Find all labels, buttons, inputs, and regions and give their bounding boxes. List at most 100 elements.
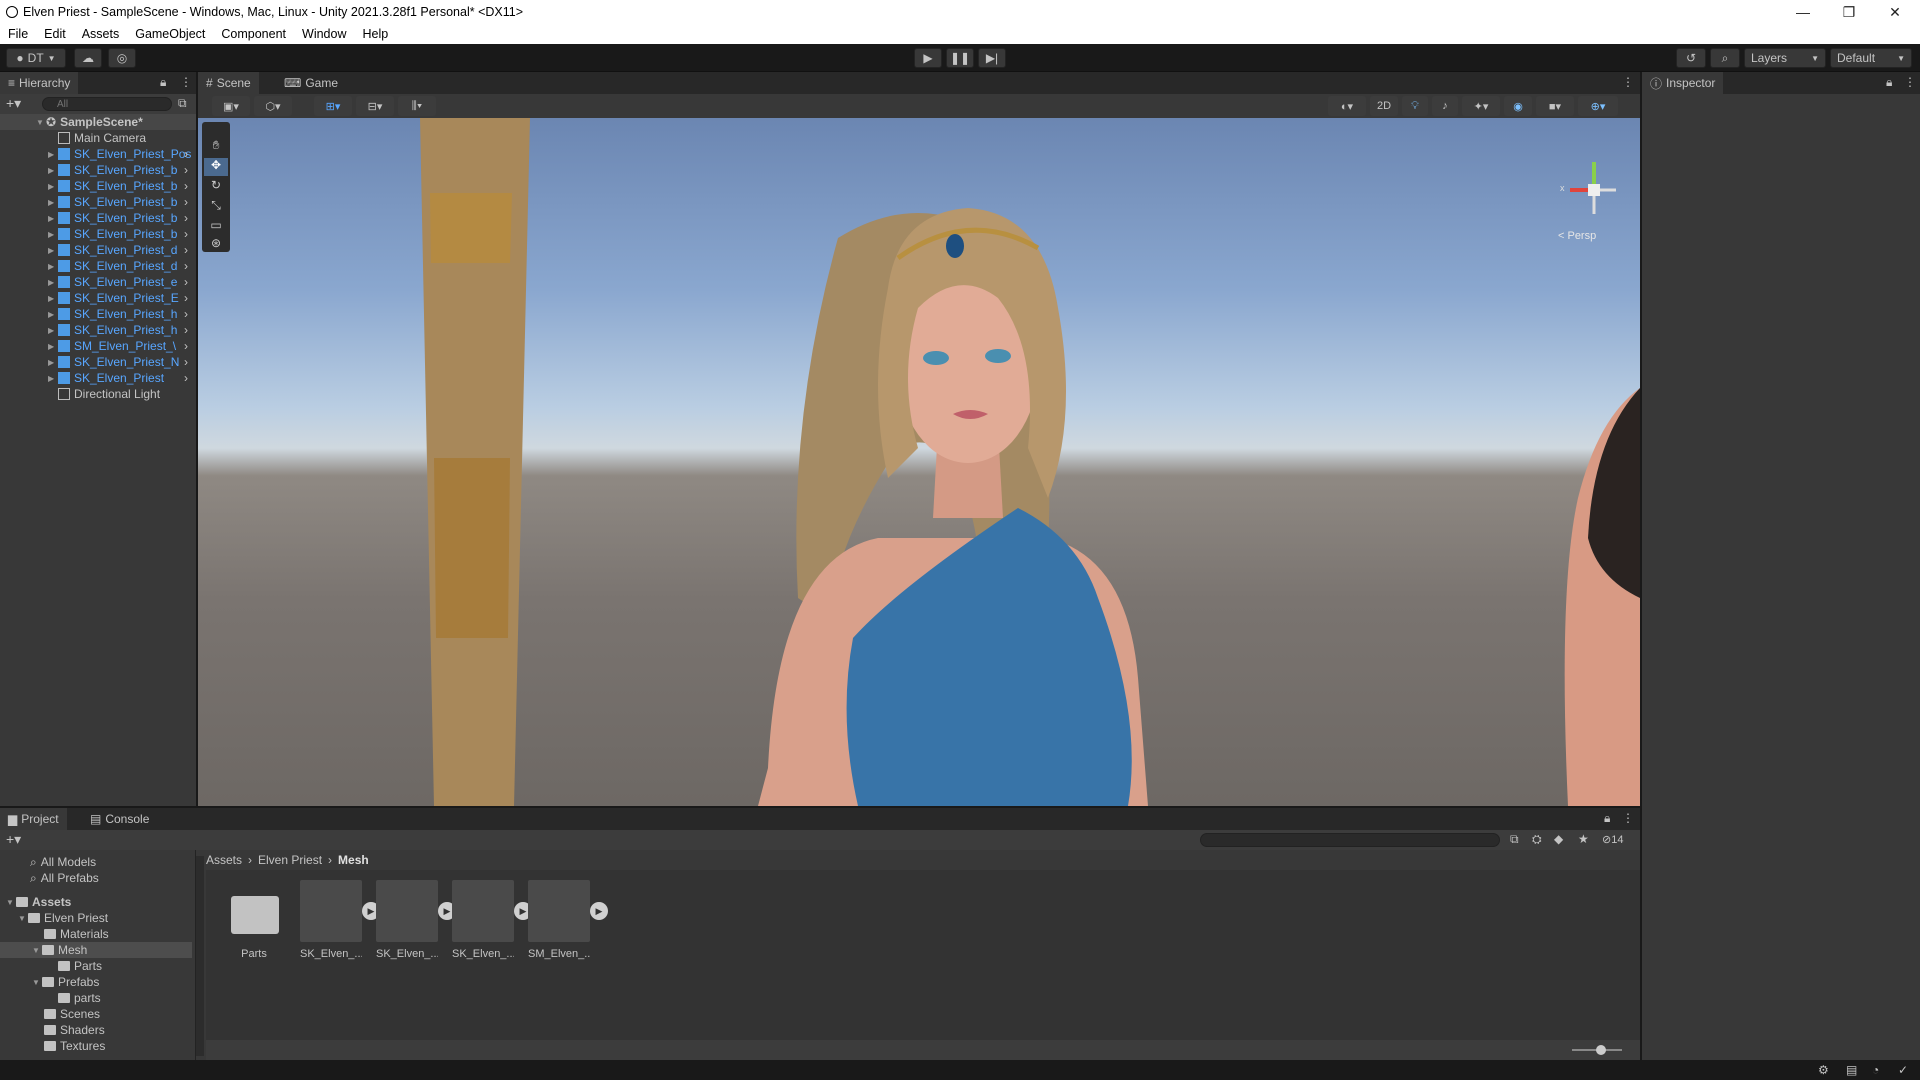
chevron-right-icon[interactable]: ›: [184, 195, 188, 209]
chevron-right-icon[interactable]: ›: [184, 339, 188, 353]
expand-arrow-icon[interactable]: ▶: [48, 246, 58, 255]
size-slider-handle[interactable]: [1596, 1045, 1606, 1055]
rotate-tool[interactable]: ↻: [204, 178, 228, 196]
play-icon[interactable]: ▶: [590, 902, 608, 920]
expand-arrow-icon[interactable]: ▶: [48, 342, 58, 351]
hierarchy-search-input[interactable]: [42, 97, 172, 111]
tree-mesh[interactable]: ▼ Mesh: [0, 942, 192, 958]
debug-icon[interactable]: ⚙: [1818, 1063, 1829, 1077]
hidden-count[interactable]: ⊘14: [1602, 833, 1623, 846]
filter-type-icon[interactable]: ⛭: [1532, 832, 1542, 847]
tree-materials[interactable]: Materials: [44, 926, 109, 942]
hierarchy-item[interactable]: ▶ SK_Elven_Priest_N ›: [0, 354, 196, 370]
scene-viewport[interactable]: x < Persp ✋︎ ✥ ↻ ⤡ ▭ ⊛: [198, 118, 1640, 806]
expand-arrow-icon[interactable]: ▶: [48, 374, 58, 383]
account-dropdown[interactable]: ● DT ▼: [6, 48, 66, 68]
hierarchy-item[interactable]: ▶ SM_Elven_Priest_\ ›: [0, 338, 196, 354]
increment-snap-dropdown[interactable]: ⊟▾: [356, 96, 394, 116]
hierarchy-item[interactable]: ▶ SK_Elven_Priest_d ›: [0, 242, 196, 258]
chevron-right-icon[interactable]: ›: [184, 323, 188, 337]
asset-mesh-4[interactable]: ▶ SM_Elven_...: [528, 880, 608, 960]
menu-window[interactable]: Window: [294, 27, 354, 41]
menu-file[interactable]: File: [0, 27, 36, 41]
filter-icon[interactable]: ⧉: [178, 96, 187, 111]
lock-icon[interactable]: 🔒︎: [160, 75, 166, 90]
tab-game[interactable]: ⌨ Game: [276, 72, 346, 94]
align-dropdown[interactable]: ⫼▾: [398, 96, 436, 116]
expand-arrow-icon[interactable]: ▼: [36, 118, 46, 127]
tree-textures[interactable]: Textures: [44, 1038, 105, 1054]
expand-arrow-icon[interactable]: ▶: [48, 166, 58, 175]
tree-scrollbar[interactable]: [196, 856, 204, 1056]
lock-icon[interactable]: 🔒︎: [1886, 75, 1892, 90]
expand-arrow-icon[interactable]: ▶: [48, 230, 58, 239]
chevron-right-icon[interactable]: ›: [184, 243, 188, 257]
step-button[interactable]: ▶|: [978, 48, 1006, 68]
tree-shaders[interactable]: Shaders: [44, 1022, 105, 1038]
chevron-right-icon[interactable]: ›: [184, 211, 188, 225]
chevron-right-icon[interactable]: ›: [184, 259, 188, 273]
search-button[interactable]: ⌕: [1710, 48, 1740, 68]
favorite-all-models[interactable]: ⌕ All Models: [30, 854, 96, 870]
move-tool[interactable]: ✥: [204, 158, 228, 176]
chevron-right-icon[interactable]: ›: [184, 163, 188, 177]
layers-dropdown[interactable]: Layers ▼: [1744, 48, 1826, 68]
favorite-all-prefabs[interactable]: ⌕ All Prefabs: [30, 870, 99, 886]
expand-arrow-icon[interactable]: ▶: [48, 310, 58, 319]
render-mode-dropdown[interactable]: ◐▾: [1328, 96, 1366, 116]
more-icon[interactable]: ⋮: [1622, 811, 1634, 825]
add-button[interactable]: +▾: [6, 95, 21, 112]
expand-arrow-icon[interactable]: ▶: [48, 150, 58, 159]
audio-toggle[interactable]: ♪: [1432, 96, 1458, 116]
chevron-right-icon[interactable]: ›: [184, 147, 188, 161]
breadcrumb-assets[interactable]: Assets: [206, 853, 242, 867]
cache-icon[interactable]: ▤: [1846, 1063, 1857, 1077]
expand-arrow-icon[interactable]: ▶: [48, 294, 58, 303]
search-type-icon[interactable]: ⧉: [1510, 832, 1519, 847]
close-button[interactable]: ✕: [1872, 0, 1918, 24]
scale-tool[interactable]: ⤡: [204, 198, 228, 216]
hierarchy-item[interactable]: ▶ SK_Elven_Priest_b ›: [0, 210, 196, 226]
tree-elven-priest[interactable]: ▼ Elven Priest: [18, 910, 108, 926]
chevron-right-icon[interactable]: ›: [184, 371, 188, 385]
rect-tool[interactable]: ▭: [204, 218, 228, 236]
chevron-right-icon[interactable]: ›: [184, 291, 188, 305]
hierarchy-item[interactable]: ▶ SK_Elven_Priest_E ›: [0, 290, 196, 306]
add-button[interactable]: +▾: [6, 831, 21, 848]
tree-scenes[interactable]: Scenes: [44, 1006, 100, 1022]
visibility-toggle[interactable]: ◉: [1504, 96, 1532, 116]
tab-scene[interactable]: # Scene: [198, 72, 259, 94]
chevron-right-icon[interactable]: ›: [184, 355, 188, 369]
expand-arrow-icon[interactable]: ▶: [48, 262, 58, 271]
expand-arrow-icon[interactable]: ▶: [48, 278, 58, 287]
asset-parts-folder[interactable]: Parts: [223, 880, 285, 960]
menu-assets[interactable]: Assets: [74, 27, 128, 41]
hierarchy-item[interactable]: Directional Light: [0, 386, 196, 402]
asset-mesh-1[interactable]: ▶ SK_Elven_...: [300, 880, 380, 960]
chevron-right-icon[interactable]: ›: [184, 275, 188, 289]
hierarchy-item[interactable]: Main Camera: [0, 130, 196, 146]
perspective-label[interactable]: < Persp: [1558, 230, 1596, 242]
hierarchy-item[interactable]: ▶ SK_Elven_Priest ›: [0, 370, 196, 386]
project-search-input[interactable]: [1200, 833, 1500, 847]
chevron-right-icon[interactable]: ›: [184, 179, 188, 193]
pause-button[interactable]: ❚❚: [946, 48, 974, 68]
hierarchy-item[interactable]: ▶ SK_Elven_Priest_b ›: [0, 194, 196, 210]
expand-arrow-icon[interactable]: ▶: [48, 326, 58, 335]
hierarchy-item[interactable]: ▶ SK_Elven_Priest_e ›: [0, 274, 196, 290]
hand-tool[interactable]: ✋︎: [204, 138, 228, 156]
hierarchy-item[interactable]: ▶ SK_Elven_Priest_b ›: [0, 162, 196, 178]
effects-dropdown[interactable]: ✦▾: [1462, 96, 1500, 116]
menu-edit[interactable]: Edit: [36, 27, 74, 41]
label-icon[interactable]: ◆: [1554, 832, 1563, 846]
tree-prefab-parts[interactable]: parts: [58, 990, 101, 1006]
tree-assets[interactable]: ▼ Assets: [6, 894, 71, 910]
grid-snap-dropdown[interactable]: ⊞▾: [314, 96, 352, 116]
tab-inspector[interactable]: ⓘ Inspector: [1642, 72, 1724, 94]
tab-console[interactable]: ▤ Console: [82, 808, 157, 830]
hierarchy-item[interactable]: ▶ SK_Elven_Priest_b ›: [0, 178, 196, 194]
favorite-icon[interactable]: ★: [1578, 832, 1589, 846]
breadcrumb-elven-priest[interactable]: Elven Priest: [258, 853, 322, 867]
chevron-right-icon[interactable]: ›: [184, 307, 188, 321]
expand-arrow-icon[interactable]: ▶: [48, 182, 58, 191]
